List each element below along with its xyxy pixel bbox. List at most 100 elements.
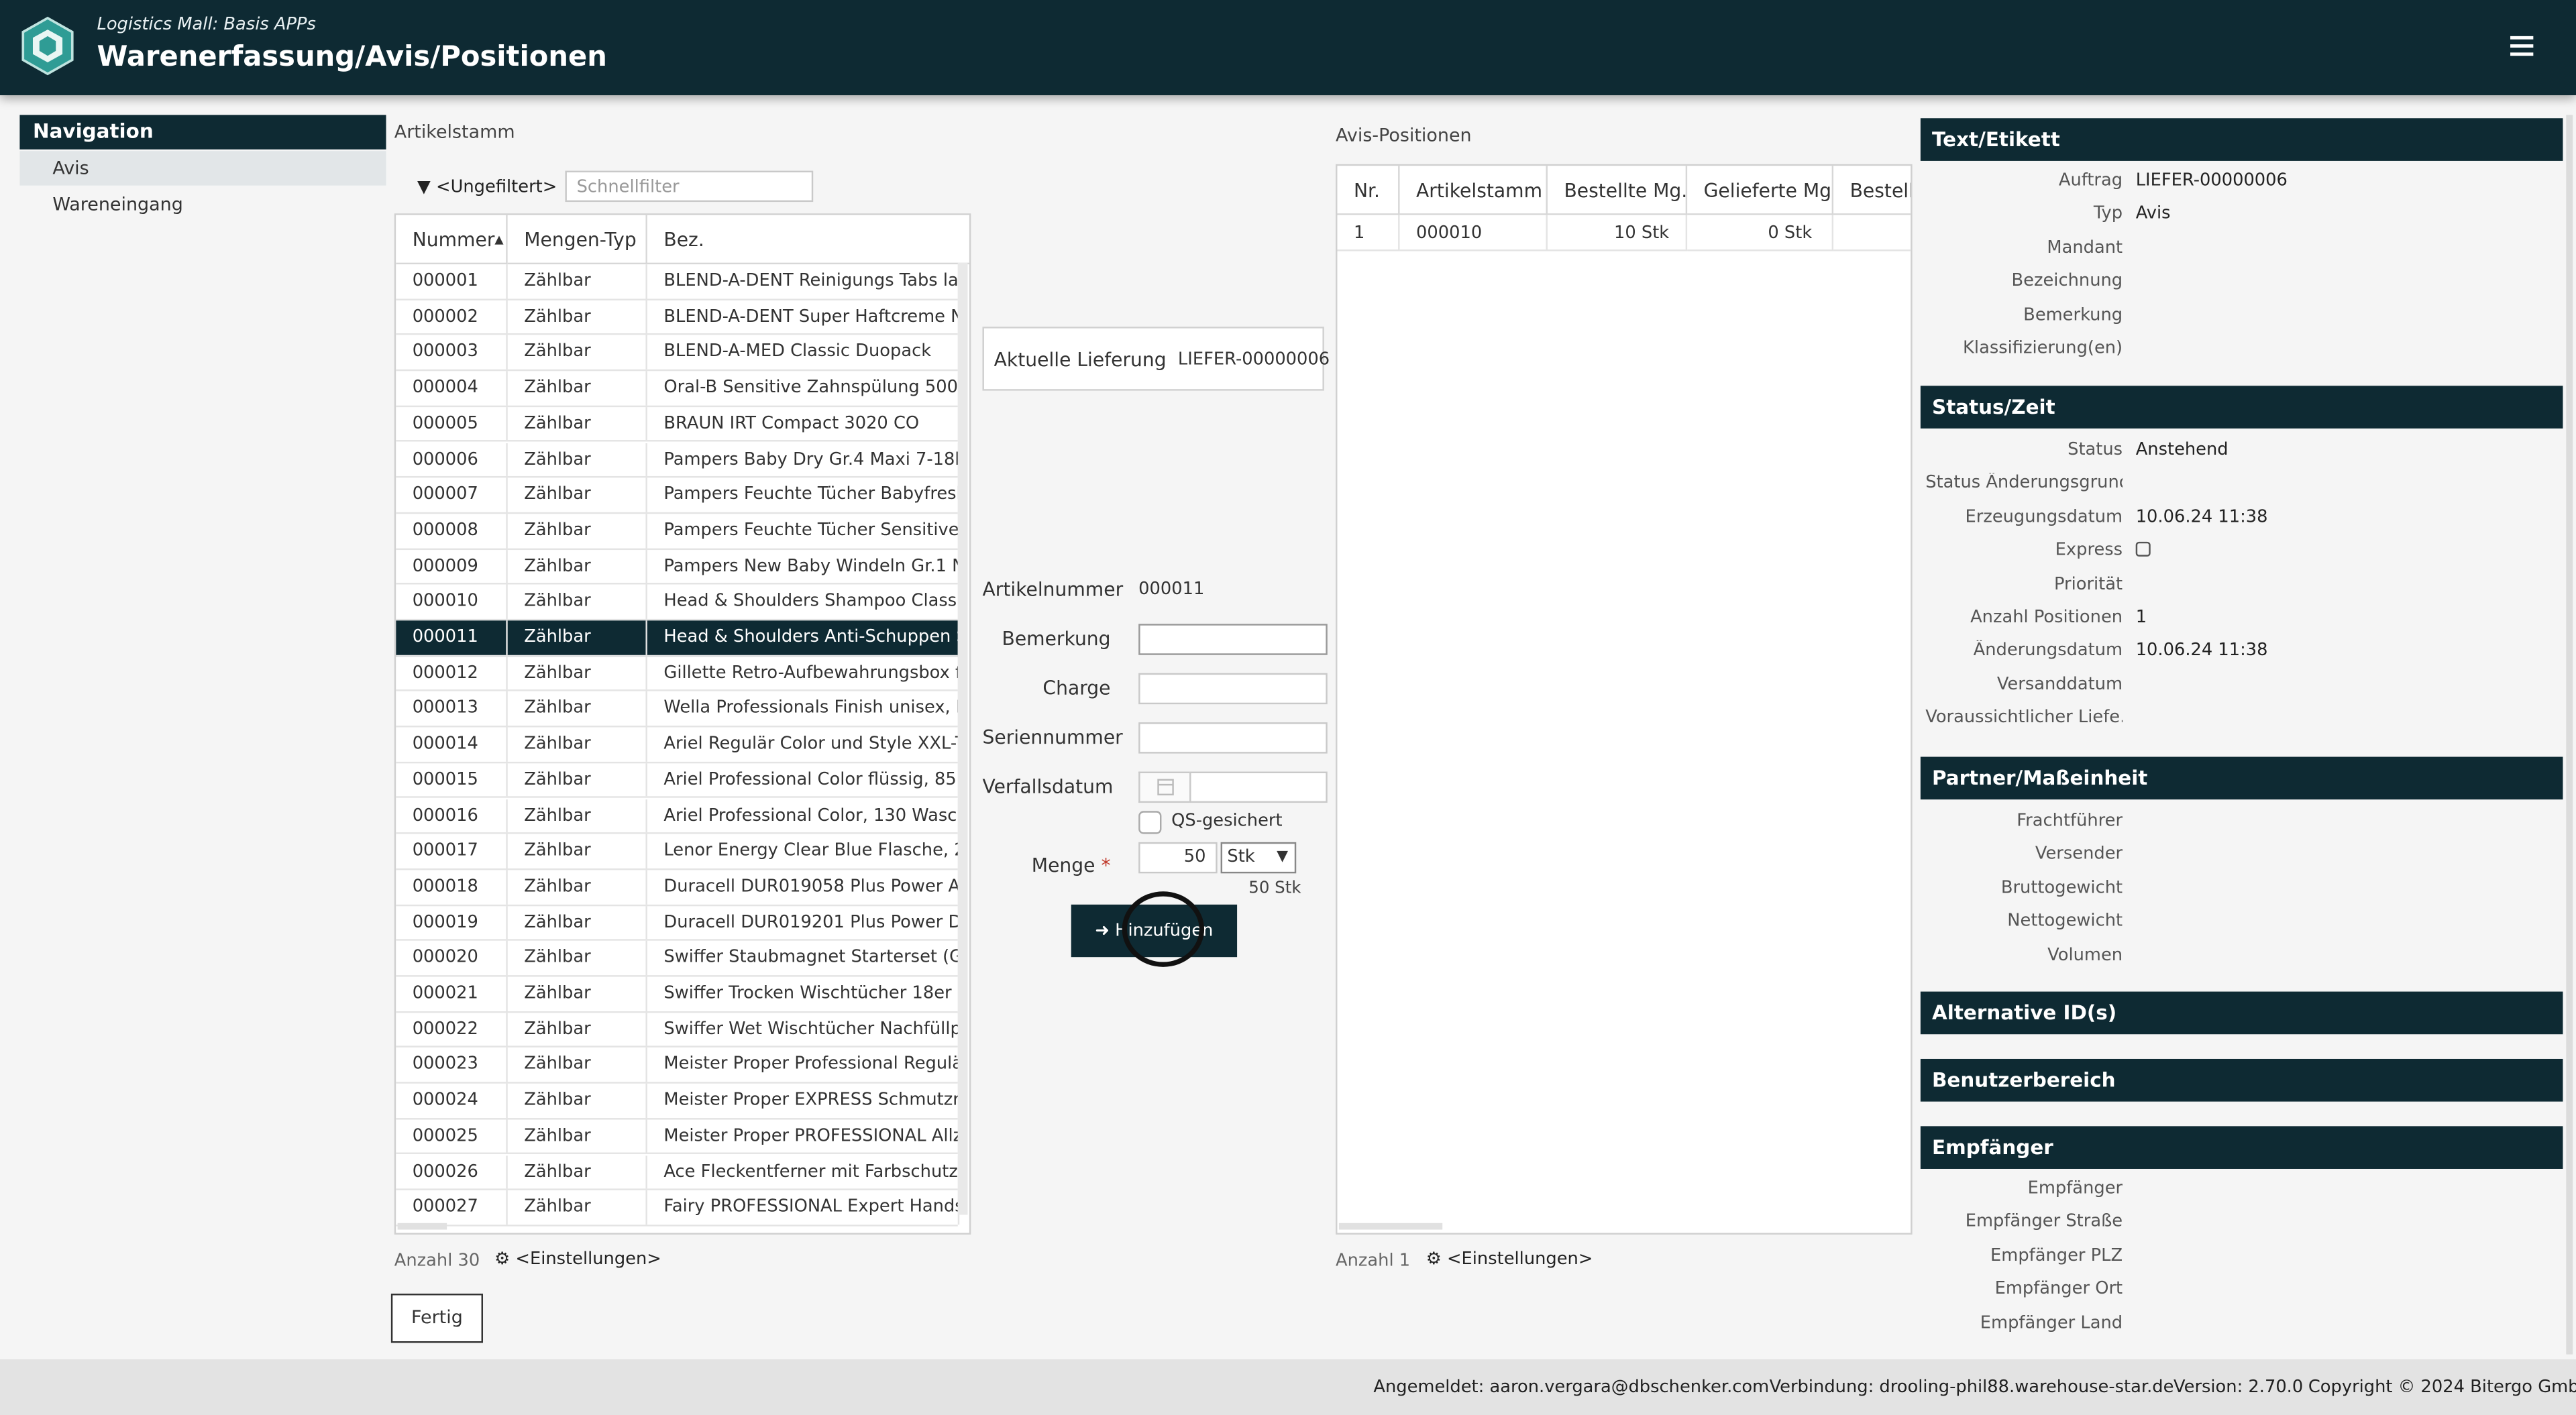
avis-cell-artikelstamm[interactable]: 000010 [1399,215,1548,251]
field-label: Auftrag [2058,170,2123,190]
cell-bez: Duracell DUR019058 Plus Power AAA [647,870,960,904]
unit-select[interactable]: Stk ▼ [1220,842,1297,874]
panel-header-alternative-ids[interactable]: Alternative ID(s) [1920,991,2563,1035]
cell-nummer: 000024 [396,1083,508,1118]
artikelstamm-count: Anzahl 30 [394,1251,480,1271]
qs-gesichert-checkbox[interactable] [1138,811,1162,834]
table-row[interactable]: 000016 Zählbar Ariel Professional Color, 1… [396,798,960,835]
cell-bez: Pampers Feuchte Tücher Sensitive Box [647,513,960,548]
cell-nummer: 000001 [396,264,508,298]
panel-header-empfaenger[interactable]: Empfänger [1920,1126,2563,1169]
table-row[interactable]: 000008 Zählbar Pampers Feuchte Tücher Sens… [396,513,960,550]
nav-item-avis[interactable]: Avis [19,151,386,186]
table-row[interactable]: 000007 Zählbar Pampers Feuchte Tücher Baby… [396,477,960,514]
table-row[interactable]: 000013 Zählbar Wella Professionals Finish … [396,691,960,728]
menge-summary: 50 Stk [1248,880,1301,899]
cell-bez: Swiffer Wet Wischtücher Nachfüllpack [647,1012,960,1047]
cell-nummer: 000016 [396,798,508,833]
right-panel-scrollbar[interactable] [2566,115,2573,1355]
fertig-button[interactable]: Fertig [390,1294,484,1343]
table-row[interactable]: 000027 Zählbar Fairy PROFESSIONAL Expert H… [396,1190,960,1227]
table-row[interactable]: 000002 Zählbar BLEND-A-DENT Super Haftcrem… [396,300,960,336]
field-label: Empfänger [2027,1178,2123,1199]
cell-bez: Fairy PROFESSIONAL Expert Handspül [647,1190,960,1225]
cell-bez: BLEND-A-DENT Reinigungs Tabs langa [647,264,960,298]
table-row[interactable]: 000003 Zählbar BLEND-A-MED Classic Duopack [396,335,960,372]
quickfilter-input[interactable] [565,170,814,203]
avis-hscrollbar[interactable] [1338,1223,1443,1230]
field-value: 10.06.24 11:38 [2135,506,2268,527]
table-row[interactable]: 000025 Zählbar Meister Proper PROFESSIONAL… [396,1119,960,1155]
table-row[interactable]: 000019 Zählbar Duracell DUR019201 Plus Pow… [396,905,960,942]
field-label: Anzahl Positionen [1970,607,2123,628]
cell-bez: Pampers New Baby Windeln Gr.1 New [647,549,960,583]
table-row[interactable]: 000021 Zählbar Swiffer Trocken Wischtücher… [396,976,960,1013]
panel-header-partner[interactable]: Partner/Maßeinheit [1920,756,2563,800]
footer-connection: Verbindung: drooling-phil88.warehouse-st… [1769,1377,2174,1398]
navigation-title: Navigation [19,115,386,150]
column-header-artikelstamm[interactable]: Artikelstamm [1399,166,1548,215]
table-row[interactable]: 000018 Zählbar Duracell DUR019058 Plus Pow… [396,870,960,906]
column-header-bez[interactable]: Bez. [647,215,969,265]
table-row[interactable]: 000011 Zählbar Head & Shoulders Anti-Schup… [396,620,960,657]
filter-label: <Ungefiltert> [436,177,557,197]
column-header-bestellt[interactable]: Bestellt [1833,166,1911,215]
table-row[interactable]: 000006 Zählbar Pampers Baby Dry Gr.4 Maxi … [396,442,960,478]
field-label: Empfänger Straße [1965,1212,2123,1232]
table-row[interactable]: 000015 Zählbar Ariel Professional Color fl… [396,762,960,799]
table-row[interactable]: 000017 Zählbar Lenor Energy Clear Blue Fla… [396,834,960,870]
footer-user: Angemeldet: aaron.vergara@dbschenker.com [1373,1377,1770,1398]
column-header-bestellte-mg[interactable]: Bestellte Mg. [1547,166,1688,215]
table-row[interactable]: 000020 Zählbar Swiffer Staubmagnet Starter… [396,941,960,977]
panel-header-benutzerbereich[interactable]: Benutzerbereich [1920,1058,2563,1102]
avis-cell-nr[interactable]: 1 [1337,215,1400,251]
calendar-icon[interactable] [1138,771,1191,803]
cell-mengen-typ: Zählbar [508,406,647,441]
table-row[interactable]: 000001 Zählbar BLEND-A-DENT Reinigungs Tab… [396,264,960,300]
field-label: Priorität [2053,573,2123,594]
seriennummer-input[interactable] [1138,722,1328,754]
hamburger-menu-icon[interactable] [2510,36,2534,59]
cell-nummer: 000008 [396,513,508,548]
column-header-gelieferte-mg[interactable]: Gelieferte Mg. [1687,166,1834,215]
cell-mengen-typ: Zählbar [508,727,647,762]
cell-nummer: 000012 [396,656,508,691]
logistics-mall-logo[interactable] [19,16,75,76]
avis-cell-bestellte-mg[interactable]: 10 Stk [1547,215,1688,251]
table-row[interactable]: 000022 Zählbar Swiffer Wet Wischtücher Nac… [396,1012,960,1048]
panel-header-status-zeit[interactable]: Status/Zeit [1920,386,2563,429]
table-row[interactable]: 000010 Zählbar Head & Shoulders Shampoo Cl… [396,585,960,621]
bemerkung-input[interactable] [1138,624,1328,655]
table-row[interactable]: 000004 Zählbar Oral-B Sensitive Zahnspülun… [396,371,960,407]
avis-cell-gelieferte-mg[interactable]: 0 Stk [1687,215,1834,251]
cell-bez: Pampers Feuchte Tücher Babyfresh Vo [647,477,960,512]
table-row[interactable]: 000023 Zählbar Meister Proper Professional… [396,1048,960,1084]
field-label: Empfänger Ort [1994,1279,2123,1299]
table-row[interactable]: 000014 Zählbar Ariel Regulär Color und Sty… [396,727,960,763]
charge-input[interactable] [1138,673,1328,705]
column-header-nr[interactable]: Nr. [1337,166,1400,215]
column-header-mengen-typ[interactable]: Mengen-Typ [507,215,647,265]
cell-bez: Lenor Energy Clear Blue Flasche, 2er P [647,834,960,868]
verfallsdatum-input[interactable] [1189,771,1328,803]
artikelstamm-hscrollbar[interactable] [397,1223,447,1230]
menge-input[interactable]: 50 [1138,842,1218,874]
nav-item-wareneingang[interactable]: Wareneingang [19,187,386,221]
artikelnummer-label: Artikelnummer [982,577,1124,601]
column-header-nummer[interactable]: Nummer▲ [396,215,508,265]
field-value: 1 [2135,607,2147,628]
artikelstamm-scrollbar[interactable] [957,262,968,1215]
table-row[interactable]: 000024 Zählbar Meister Proper EXPRESS Schm… [396,1083,960,1120]
table-row[interactable]: 000005 Zählbar BRAUN IRT Compact 3020 CO [396,406,960,443]
cell-bez: Duracell DUR019201 Plus Power D Ba [647,905,960,940]
artikelstamm-settings-link[interactable]: ⚙ <Einstellungen> [494,1249,661,1269]
filter-button[interactable]: ▼ <Ungefiltert> [417,177,557,196]
avis-cell-bestellt[interactable] [1833,215,1911,251]
cell-mengen-typ: Zählbar [508,300,647,334]
avis-settings-link[interactable]: ⚙ <Einstellungen> [1426,1249,1593,1269]
cell-bez: BLEND-A-DENT Super Haftcreme Neut [647,300,960,334]
table-row[interactable]: 000012 Zählbar Gillette Retro-Aufbewahrung… [396,656,960,692]
panel-header-text-etikett[interactable]: Text/Etikett [1920,118,2563,161]
table-row[interactable]: 000009 Zählbar Pampers New Baby Windeln Gr… [396,549,960,585]
table-row[interactable]: 000026 Zählbar Ace Fleckentferner mit Farb… [396,1155,960,1191]
